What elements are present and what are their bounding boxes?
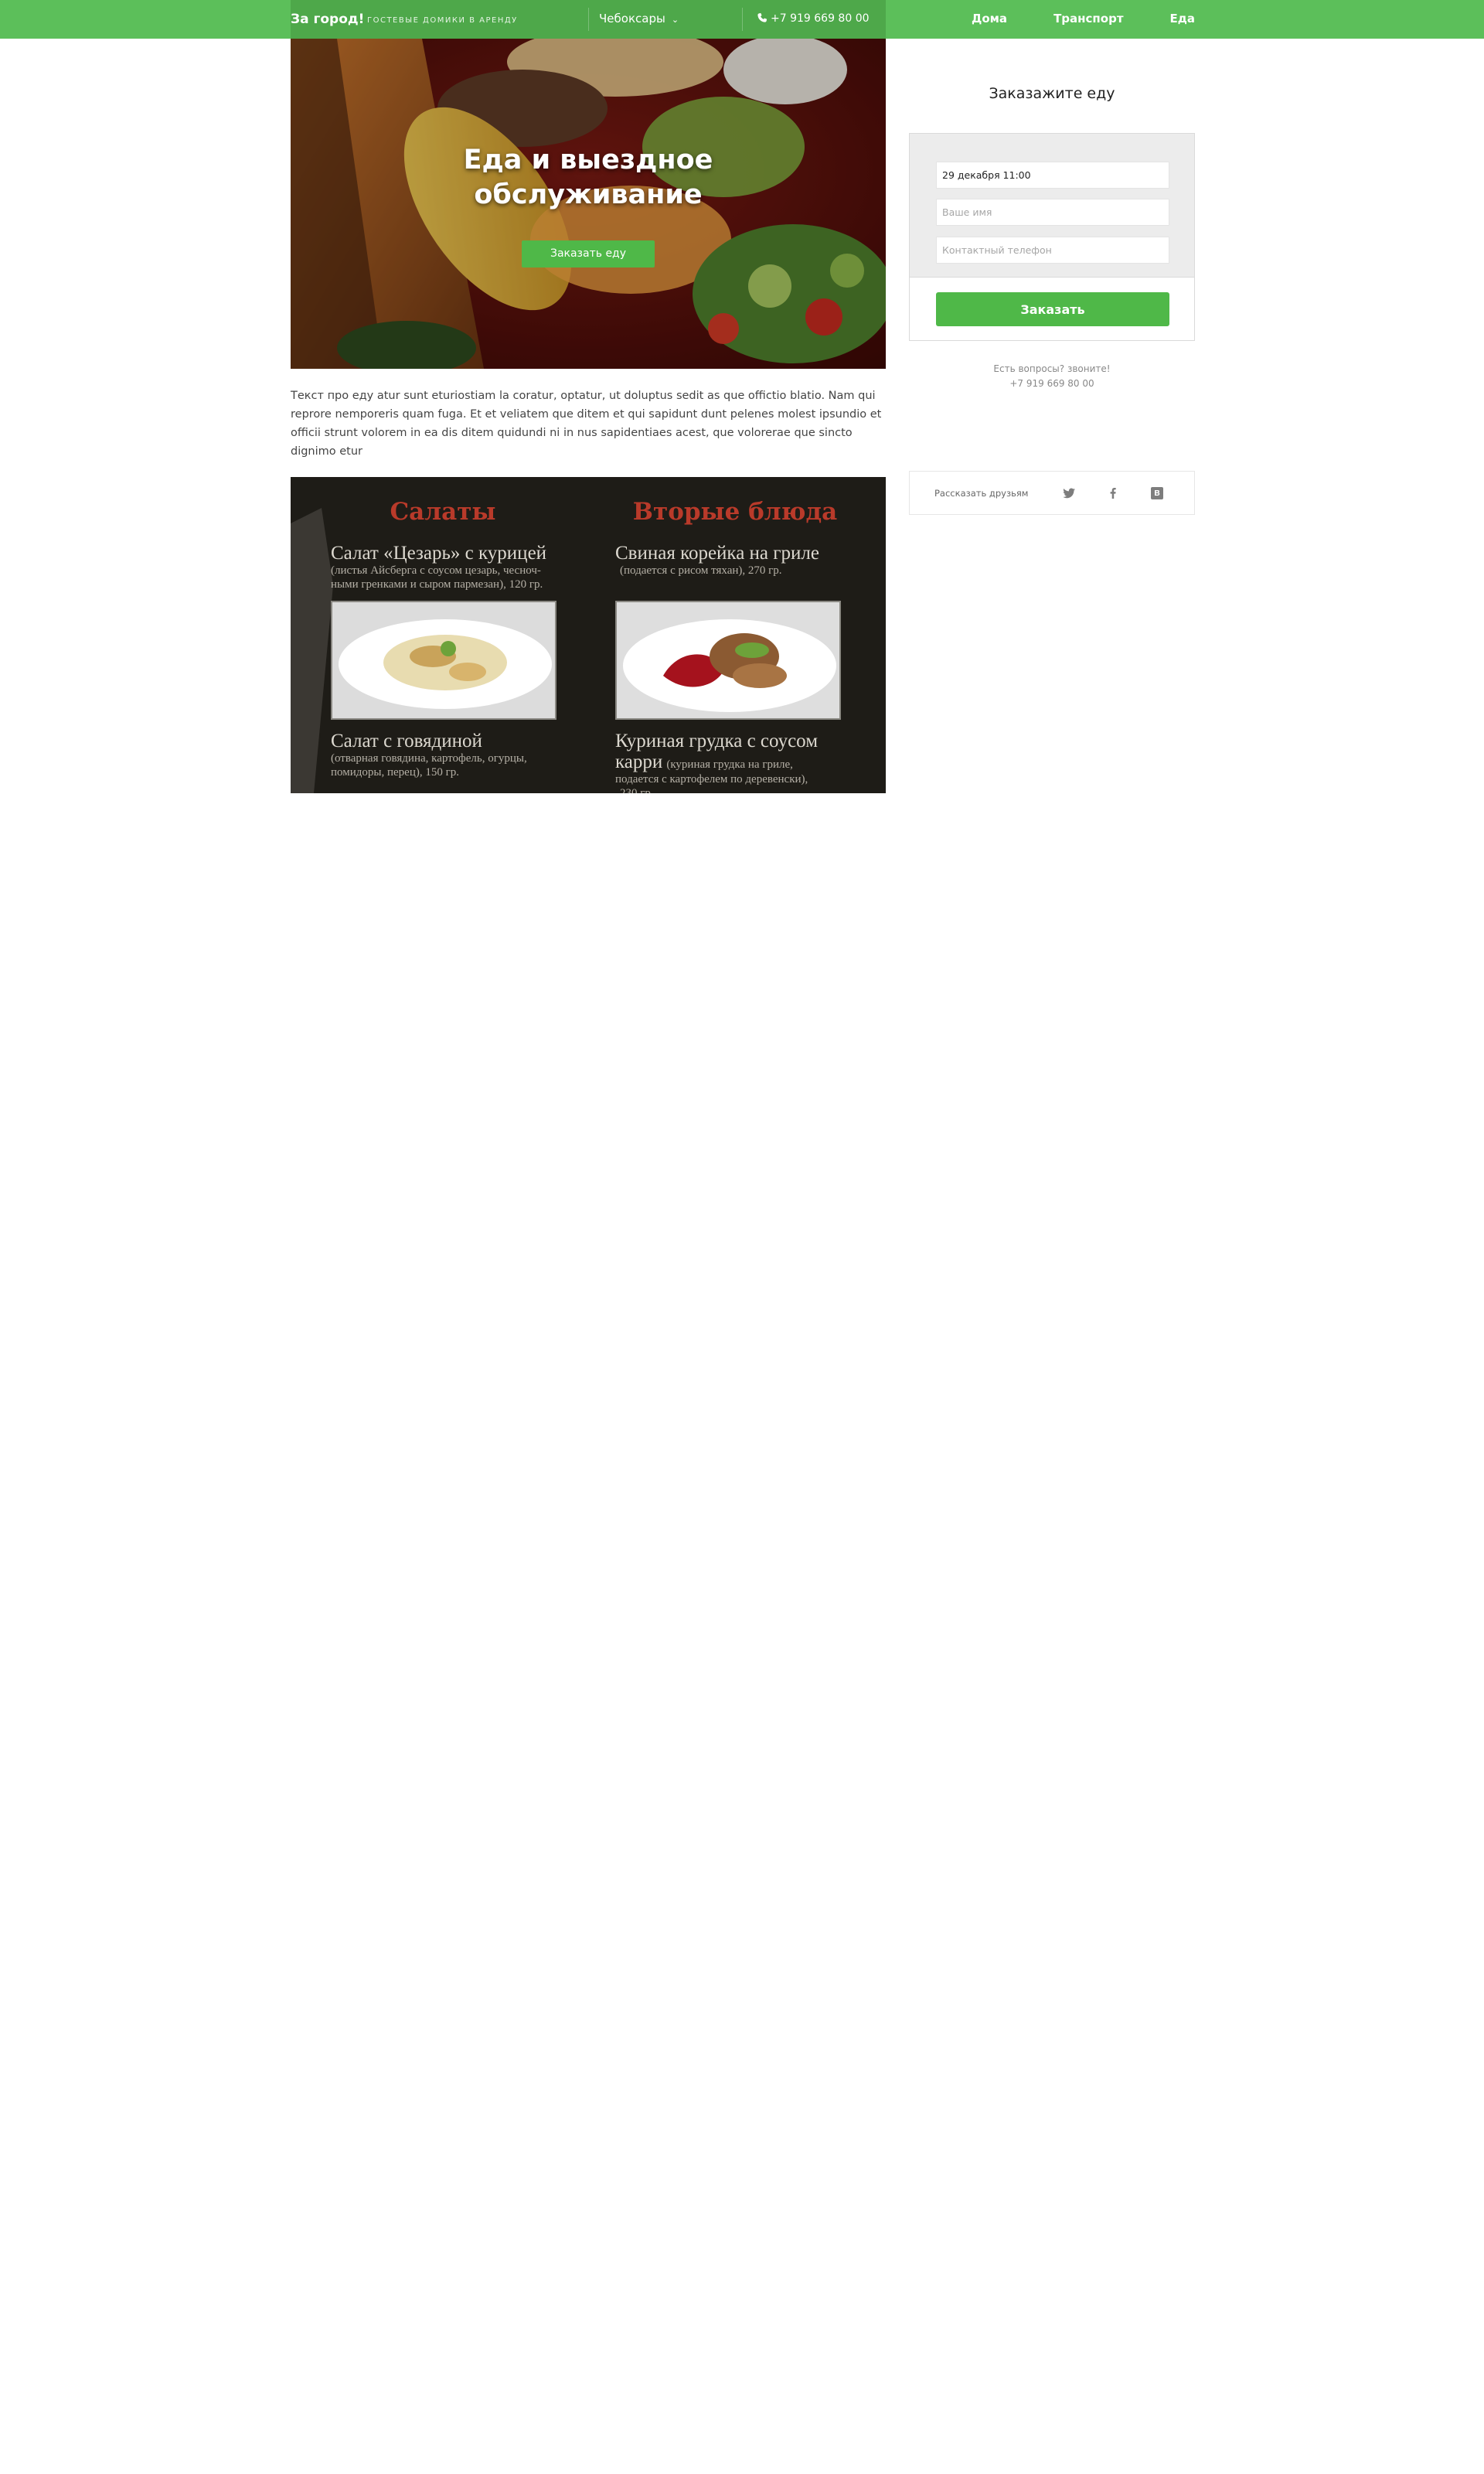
menu-dish-name: Куриная грудка с соусом — [615, 731, 819, 751]
hero-title: Еда и выездное обслуживание — [291, 143, 886, 213]
menu-dish-note: подается с картофелем по деревенски), — [615, 773, 808, 785]
menu-dish-name: Салат «Цезарь» с курицей — [331, 543, 547, 564]
order-form-title: Заказажите еду — [989, 85, 1115, 102]
hero-title-line: Еда и выездное — [463, 145, 713, 175]
menu-dish-note: (листья Айсберга с соусом цезарь, чесноч… — [331, 564, 541, 577]
date-time-field[interactable] — [936, 162, 1169, 189]
phone-icon — [757, 12, 768, 22]
intro-text: Текст про еду atur sunt eturiostiam la c… — [291, 390, 882, 458]
contact-phone[interactable]: +7 919 669 80 00 — [909, 377, 1195, 391]
nav-item-transport[interactable]: Транспорт — [1053, 12, 1123, 26]
nav-item-food[interactable]: Еда — [1170, 12, 1195, 26]
menu-dish-note: (куриная грудка на гриле, — [666, 758, 793, 771]
dish-photo-caesar — [331, 601, 556, 720]
menu-dish-note: ными гренками и сыром пармезан), 120 гр. — [331, 578, 543, 591]
hero-title-line: обслуживание — [474, 179, 703, 210]
menu-dish-line: карри (куриная грудка на гриле, — [615, 751, 847, 772]
facebook-icon[interactable] — [1105, 486, 1121, 501]
top-navigation-bar: За город! ГОСТЕВЫЕ ДОМИКИ В АРЕНДУ Чебок… — [0, 0, 1484, 39]
order-form: Заказать — [909, 133, 1195, 341]
chevron-down-icon: ⌄ — [671, 15, 679, 25]
menu-column-salads: Салаты Салат «Цезарь» с курицей (листья … — [331, 477, 563, 779]
menu-dish-name: карри — [615, 751, 663, 772]
menu-heading-mains: Вторые блюда — [632, 498, 838, 526]
contact-info: Есть вопросы? звоните! +7 919 669 80 00 — [909, 362, 1195, 391]
brand-logo[interactable]: За город! — [291, 12, 364, 27]
header-phone[interactable]: +7 919 669 80 00 — [757, 12, 870, 25]
phone-field[interactable] — [936, 237, 1169, 264]
menu-column-mains: Вторые блюда Свиная корейка на гриле (по… — [615, 477, 847, 793]
menu-heading-salads: Салаты — [390, 498, 496, 526]
dish-photo — [332, 602, 555, 718]
top-navigation-inner: За город! ГОСТЕВЫЕ ДОМИКИ В АРЕНДУ Чебок… — [291, 0, 1195, 39]
main-nav: Дома Транспорт Еда — [972, 12, 1195, 26]
brand-tagline: ГОСТЕВЫЕ ДОМИКИ В АРЕНДУ — [367, 16, 518, 25]
menu-dish-note: (подается с рисом тяхан), 270 гр. — [620, 564, 782, 577]
header-divider — [742, 8, 743, 31]
menu-dish-name: Свиная корейка на гриле — [615, 543, 819, 564]
nav-item-houses[interactable]: Дома — [972, 12, 1007, 26]
hero-banner: Еда и выездное обслуживание Заказать еду — [291, 39, 886, 369]
order-food-button[interactable]: Заказать еду — [522, 240, 655, 268]
order-submit-button[interactable]: Заказать — [936, 292, 1169, 326]
vk-icon[interactable] — [1149, 486, 1165, 501]
share-panel: Рассказать друзьям — [909, 471, 1195, 515]
header-divider — [588, 8, 589, 31]
menu-dish-note: 230 гр. — [620, 787, 654, 793]
twitter-icon[interactable] — [1061, 486, 1077, 501]
menu-dish-note: (отварная говядина, картофель, огурцы, — [331, 752, 527, 765]
city-selector[interactable]: Чебоксары ⌄ — [599, 12, 679, 26]
menu-image: Салаты Салат «Цезарь» с курицей (листья … — [291, 477, 886, 793]
dish-photo-pork — [615, 601, 841, 720]
dish-photo — [617, 602, 839, 718]
menu-dish-note: помидоры, перец), 150 гр. — [331, 766, 459, 779]
menu-dish-name: Салат с говядиной — [331, 731, 482, 751]
city-selector-label: Чебоксары — [599, 12, 665, 26]
name-field[interactable] — [936, 199, 1169, 226]
contact-question: Есть вопросы? звоните! — [993, 363, 1111, 374]
share-label: Рассказать друзьям — [934, 488, 1029, 499]
header-phone-number: +7 919 669 80 00 — [771, 12, 870, 25]
